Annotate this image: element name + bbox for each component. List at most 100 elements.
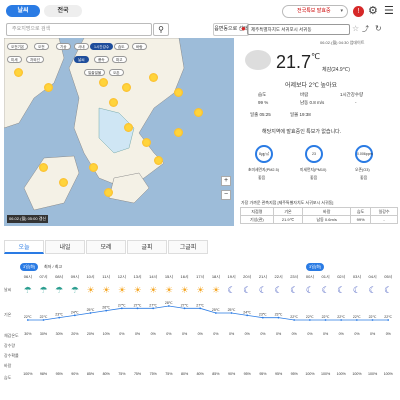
map-chip-uv[interactable]: 자외선 <box>26 56 44 63</box>
temp-point <box>214 312 217 314</box>
map-chip-dust[interactable]: 미세 <box>7 56 22 63</box>
search-icon[interactable]: ⚲ <box>153 23 169 36</box>
map-chip-wave[interactable]: 파고 <box>112 56 127 63</box>
rain-value: - <box>355 100 357 105</box>
temp-label: 25℃ <box>212 308 220 312</box>
temp-point <box>152 307 155 310</box>
star-icon[interactable]: ☆ <box>352 24 359 33</box>
sun-icon <box>142 138 151 147</box>
hour-cell: 06시 <box>23 274 32 279</box>
tab-weather[interactable]: 날씨 <box>6 5 40 17</box>
sun-icon: ☀ <box>196 284 205 295</box>
rain-prob-cell: 0% <box>181 332 188 336</box>
zoom-in-button[interactable]: + <box>221 176 231 186</box>
map-chip-wind[interactable]: 바람 <box>132 43 147 50</box>
air-gauge-ozone: 0.006ppm <box>355 145 373 163</box>
moon-icon: ☾ <box>321 284 330 295</box>
temp-point <box>340 319 343 321</box>
rain-prob-cell: 0% <box>119 332 125 336</box>
ozone-label: 오존(O3) <box>355 168 370 172</box>
hour-cell: 10시 <box>86 274 95 279</box>
hour-cell: 12시 <box>117 274 126 279</box>
hour-cell: 20시 <box>243 274 252 279</box>
hour-cell: 19시 <box>227 274 236 279</box>
search-input[interactable]: 주요지명으로 검색 <box>6 23 152 36</box>
humidity-cell: 100% <box>368 372 378 376</box>
row-label-feels: 체감온도 <box>4 333 19 338</box>
temp-label: 22℃ <box>306 315 314 319</box>
rain-prob-cell: 0% <box>307 332 313 336</box>
sun-icon <box>99 78 108 87</box>
temp-label: 22℃ <box>322 315 330 319</box>
temp-label: 27℃ <box>149 303 157 307</box>
row-label-weather: 날씨 <box>4 287 12 292</box>
tomorrow-badge: 3일(화) <box>306 263 325 271</box>
chevron-down-icon: ▾ <box>340 8 343 14</box>
map-chip-weather[interactable]: 날씨 <box>74 56 89 63</box>
humidity-cell: 98% <box>39 372 48 376</box>
zoom-out-button[interactable]: − <box>221 190 231 200</box>
hour-cell: 00시 <box>305 274 314 279</box>
temp-point <box>26 319 29 321</box>
map-chip-windspeed[interactable]: 풍속 <box>94 56 109 63</box>
rain-prob-cell: 30% <box>55 332 63 336</box>
humidity-cell: 100% <box>336 372 346 376</box>
obs-table: 지점명 기온 바람 습도 일강수 기상(관) 21.9℃ 남동 0.6m/s 99% - <box>240 207 398 224</box>
map-chip-humidity[interactable]: 습도 <box>114 43 129 50</box>
temp-label: 22℃ <box>384 315 392 319</box>
rain-prob-cell: 0% <box>228 332 235 336</box>
row-label-wind: 바람 <box>4 363 12 368</box>
map-chip-ozone[interactable]: 오존 <box>109 69 124 76</box>
map-chip-air[interactable]: 사내 <box>74 43 89 50</box>
rain-prob-cell: 0% <box>291 332 297 336</box>
tab-national[interactable]: 전국 <box>44 5 82 17</box>
moon-icon: ☾ <box>352 284 361 295</box>
menu-icon[interactable]: ☰ <box>384 4 394 17</box>
tab-3days[interactable]: 글피 <box>127 240 167 254</box>
today-badge: 3일(화) <box>20 263 39 271</box>
rain-prob-cell: 0% <box>354 332 360 336</box>
tab-4days[interactable]: 그글피 <box>168 240 208 254</box>
map-chip-sun[interactable]: 일출일몰 <box>84 69 106 76</box>
hour-cell: 18시 <box>211 274 220 279</box>
temp-point <box>136 307 139 310</box>
row-label-rain-prob: 강수확률 <box>4 353 19 358</box>
umbrella-icon: ☂ <box>70 284 79 295</box>
tab-today[interactable]: 오늘 <box>4 240 44 254</box>
share-icon[interactable]: ⤴ <box>362 24 369 34</box>
humidity-cell: 85% <box>86 372 95 376</box>
sun-icon <box>174 88 183 97</box>
temp-label: 27℃ <box>196 303 204 307</box>
weather-map[interactable]: 오전기온 오전 기상 사내 1시간강수 습도 바람 날씨 풍속 파고 미세 자외… <box>4 38 234 226</box>
temp-label: 26℃ <box>102 306 110 310</box>
map-chip-am[interactable]: 오전 <box>34 43 49 50</box>
sun-icon: ☀ <box>86 284 95 295</box>
temp-point <box>308 319 311 321</box>
tab-day-after[interactable]: 모레 <box>86 240 126 254</box>
sun-icon <box>122 83 131 92</box>
moon-icon: ☾ <box>258 284 267 295</box>
sun-icon: ☀ <box>102 284 111 295</box>
humidity-cell: 75% <box>133 372 142 376</box>
address-select[interactable]: 제주특별자치도 서귀포시 서귀동 <box>247 24 350 35</box>
sun-icon <box>44 83 53 92</box>
alert-button[interactable]: 전국특보 발효중 ▾ <box>282 5 348 18</box>
humidity-cell: 75% <box>165 372 173 376</box>
ozone-value: 좋음 <box>360 175 368 180</box>
rain-prob-cell: 30% <box>39 332 48 336</box>
tab-tomorrow[interactable]: 내일 <box>45 240 85 254</box>
map-chip-temp[interactable]: 오전기온 <box>7 43 29 50</box>
temp-label: 27℃ <box>118 303 126 307</box>
gear-icon[interactable]: ⚙ <box>368 4 378 17</box>
moon-icon: ☾ <box>243 284 252 295</box>
map-chip-rain[interactable]: 1시간강수 <box>90 43 114 50</box>
rain-prob-cell: 0% <box>275 332 282 336</box>
row-label-humidity: 습도 <box>4 375 12 380</box>
refresh-icon[interactable]: ↻ <box>375 24 382 33</box>
info-icon[interactable]: ! <box>353 6 364 17</box>
sun-icon: ☀ <box>133 284 142 295</box>
sun-icon <box>124 123 133 132</box>
hour-cell: 21시 <box>258 274 267 279</box>
map-chip-obs[interactable]: 기상 <box>56 43 71 50</box>
rain-prob-cell: 0% <box>166 332 172 336</box>
